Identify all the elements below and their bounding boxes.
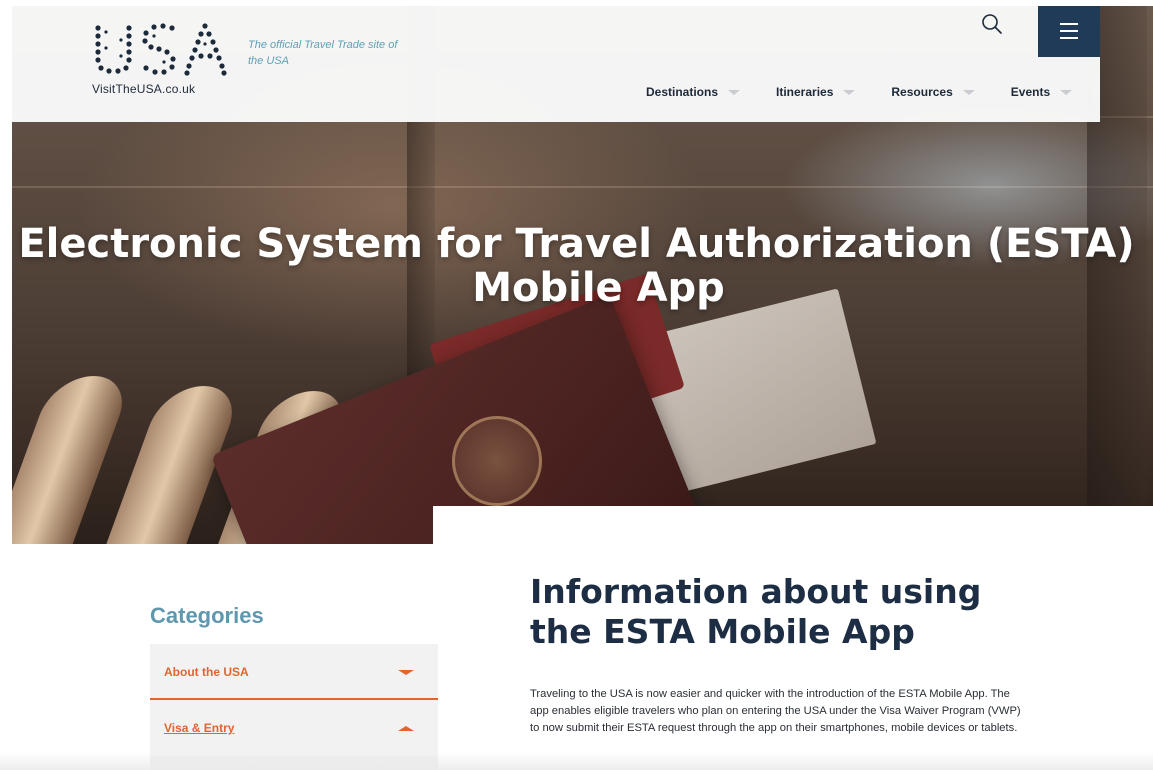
hero-window-line <box>12 186 1153 188</box>
site-tagline: The official Travel Trade site of the US… <box>248 39 398 67</box>
section-heading: Information about using the ESTA Mobile … <box>530 572 982 651</box>
bottom-fade <box>0 752 1153 770</box>
chevron-down-icon <box>962 89 975 95</box>
nav-item-label: Destinations <box>646 85 719 99</box>
category-visa-entry[interactable]: Visa & Entry <box>150 700 438 756</box>
intro-paragraph: Traveling to the USA is now easier and q… <box>530 688 1021 734</box>
search-button[interactable] <box>976 9 1008 41</box>
page-title-line1: Electronic System for Travel Authorizati… <box>18 221 1135 267</box>
categories-title: Categories <box>150 603 264 628</box>
chevron-down-icon <box>843 89 856 95</box>
category-label: Visa & Entry <box>164 721 235 735</box>
usa-logo-icon[interactable] <box>92 22 228 76</box>
site-header: VisitTheUSA.co.uk The official Travel Tr… <box>12 6 1100 122</box>
page-title: Electronic System for Travel Authorizati… <box>0 222 1153 310</box>
logo-url-text[interactable]: VisitTheUSA.co.uk <box>92 82 195 96</box>
nav-item-events[interactable]: Events <box>1010 85 1073 99</box>
nav-item-label: Resources <box>891 85 953 99</box>
chevron-up-icon <box>398 725 414 731</box>
chevron-down-icon <box>398 669 414 675</box>
chevron-down-icon <box>1060 89 1073 95</box>
nav-item-resources[interactable]: Resources <box>891 85 975 99</box>
menu-button[interactable] <box>1038 6 1100 57</box>
nav-item-destinations[interactable]: Destinations <box>646 85 741 99</box>
nav-item-label: Itineraries <box>776 85 834 99</box>
passport-emblem-icon <box>452 416 542 506</box>
main-nav: Destinations Itineraries Resources Event… <box>646 85 1108 99</box>
content-panel <box>433 506 1153 566</box>
chevron-down-icon <box>728 89 741 95</box>
page-title-line2: Mobile App <box>472 265 725 311</box>
nav-item-label: Events <box>1010 85 1051 99</box>
category-about-the-usa[interactable]: About the USA <box>150 644 438 700</box>
search-icon <box>982 14 1002 34</box>
nav-item-itineraries[interactable]: Itineraries <box>776 85 856 99</box>
category-label: About the USA <box>164 665 249 679</box>
